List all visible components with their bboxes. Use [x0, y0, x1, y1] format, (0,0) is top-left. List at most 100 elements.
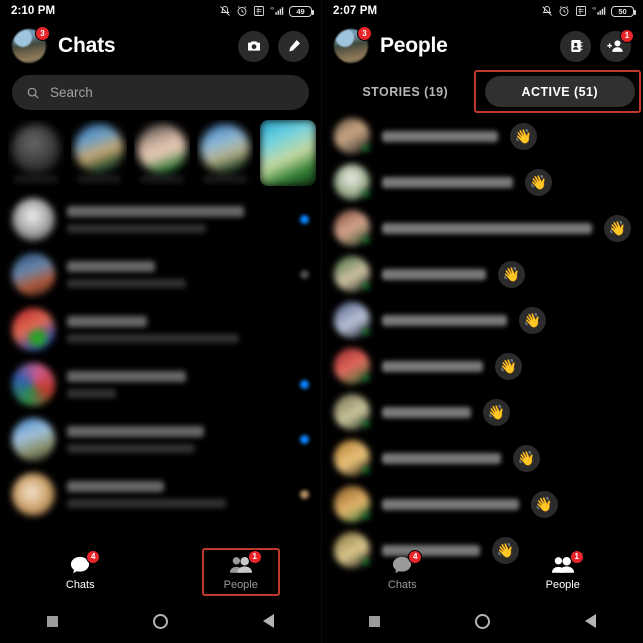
table-row[interactable] — [0, 467, 321, 522]
story-label — [77, 175, 121, 183]
chat-name — [67, 481, 165, 492]
avatar — [12, 253, 55, 296]
contacts-button[interactable] — [560, 30, 591, 62]
story-item[interactable] — [197, 120, 253, 186]
nav-badge-chats: 4 — [408, 549, 423, 564]
table-row[interactable] — [0, 247, 321, 302]
story-label — [14, 175, 58, 183]
nav-tab-chats[interactable]: 4 Chats — [45, 548, 115, 596]
online-indicator — [361, 327, 371, 337]
story-item[interactable] — [260, 120, 316, 186]
stories-strip — [0, 110, 321, 190]
svg-text:4G: 4G — [592, 6, 597, 10]
profile-avatar[interactable]: 3 — [12, 26, 50, 63]
pencil-icon — [288, 40, 300, 52]
table-row[interactable] — [0, 357, 321, 412]
table-row[interactable] — [0, 192, 321, 247]
page-title: People — [380, 34, 448, 57]
story-item[interactable] — [8, 120, 64, 186]
list-item[interactable]: 👋 — [322, 205, 643, 251]
table-row[interactable] — [0, 412, 321, 467]
list-item[interactable]: 👋 — [322, 343, 643, 389]
profile-avatar[interactable]: 3 — [334, 26, 372, 63]
online-indicator — [361, 235, 371, 245]
online-indicator — [361, 373, 371, 383]
chat-snippet — [67, 279, 187, 288]
alarm-icon — [559, 6, 569, 16]
recents-button-icon[interactable] — [369, 615, 381, 627]
app-header-left: 3 Chats — [0, 22, 321, 70]
avatar — [334, 256, 371, 292]
avatar — [12, 308, 55, 351]
wave-button[interactable]: 👋 — [483, 398, 511, 426]
avatar — [334, 348, 371, 384]
back-button-icon[interactable] — [584, 614, 596, 628]
chat-preview — [67, 371, 288, 398]
avatar — [334, 486, 371, 522]
home-button-icon[interactable] — [152, 613, 168, 629]
wave-button[interactable]: 👋 — [494, 352, 522, 380]
story-thumbnail — [260, 120, 316, 186]
wave-button[interactable]: 👋 — [497, 260, 525, 288]
compose-button[interactable] — [278, 30, 309, 62]
segmented-tabs: STORIES (19) ACTIVE (51) — [322, 70, 643, 113]
status-icons: 4G 49 — [219, 5, 314, 17]
nav-tab-people[interactable]: 1 People — [528, 548, 598, 596]
online-indicator — [361, 189, 371, 199]
alarm-icon — [237, 6, 247, 16]
status-badge — [300, 435, 309, 444]
nav-label-people: People — [545, 578, 580, 591]
table-row[interactable] — [0, 302, 321, 357]
wave-button[interactable]: 👋 — [512, 444, 540, 472]
avatar-badge: 3 — [357, 26, 372, 41]
home-button-icon[interactable] — [474, 613, 490, 629]
story-thumbnail — [74, 124, 124, 173]
chat-bubble-icon: 4 — [391, 549, 423, 576]
list-item[interactable]: 👋 — [322, 435, 643, 481]
people-list: 👋 👋 👋 👋 👋 👋 👋 👋 👋 👋 — [322, 111, 643, 573]
list-item[interactable]: 👋 — [322, 159, 643, 205]
back-button-icon[interactable] — [262, 614, 274, 628]
search-input[interactable]: Search — [12, 75, 309, 110]
person-name — [382, 452, 501, 464]
status-icons: 4G 50 — [541, 5, 636, 17]
person-name — [382, 176, 513, 188]
chat-snippet — [67, 334, 240, 343]
recents-button-icon[interactable] — [47, 615, 59, 627]
list-item[interactable]: 👋 — [322, 113, 643, 159]
mute-icon — [220, 6, 230, 16]
wave-button[interactable]: 👋 — [604, 214, 631, 242]
nav-tab-chats[interactable]: 4 Chats — [367, 548, 437, 596]
chat-preview — [67, 426, 288, 453]
wave-button[interactable]: 👋 — [518, 306, 546, 334]
nav-tab-people[interactable]: 1 People — [201, 548, 280, 596]
chat-name — [67, 206, 244, 217]
wave-button[interactable]: 👋 — [524, 168, 552, 196]
tab-stories[interactable]: STORIES (19) — [330, 76, 481, 107]
status-bar-right: 2:07 PM 4G 50 — [322, 0, 643, 22]
avatar — [334, 210, 371, 246]
list-item[interactable]: 👋 — [322, 251, 643, 297]
bottom-navigation-right: 4 Chats 1 People — [322, 545, 643, 599]
online-indicator — [361, 419, 371, 429]
chat-preview — [67, 261, 288, 288]
list-item[interactable]: 👋 — [322, 481, 643, 527]
story-thumbnail — [137, 124, 187, 173]
add-person-button[interactable]: 1 — [600, 28, 634, 62]
avatar — [12, 418, 55, 461]
wave-button[interactable]: 👋 — [509, 122, 537, 150]
header-actions: 1 — [560, 28, 634, 62]
avatar — [334, 394, 371, 430]
tab-active[interactable]: ACTIVE (51) — [484, 76, 635, 107]
search-icon — [27, 87, 39, 99]
wave-button[interactable]: 👋 — [530, 490, 558, 518]
story-item[interactable] — [134, 120, 190, 186]
chat-list — [0, 190, 321, 522]
story-item[interactable] — [71, 120, 127, 186]
list-item[interactable]: 👋 — [322, 389, 643, 435]
list-item[interactable]: 👋 — [322, 297, 643, 343]
online-indicator — [361, 465, 371, 475]
camera-button[interactable] — [238, 30, 269, 62]
camera-icon — [247, 41, 260, 51]
chat-snippet — [67, 224, 207, 233]
